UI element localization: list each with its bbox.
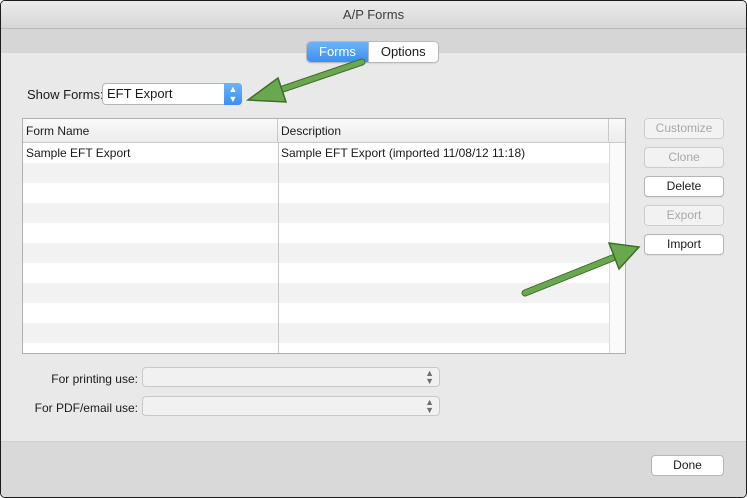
empty-row: [23, 243, 609, 263]
up-down-chevron-icon: ▲ ▼: [224, 83, 242, 105]
bottom-bar: [1, 441, 746, 497]
column-divider: [278, 143, 279, 353]
form-name-cell: Sample EFT Export: [26, 146, 131, 160]
empty-row: [23, 203, 609, 223]
pdf-email-use-select[interactable]: ▲ ▼: [142, 396, 440, 416]
tab-control: Forms Options: [306, 41, 439, 63]
export-button[interactable]: Export: [644, 205, 724, 226]
up-down-chevron-icon: ▲ ▼: [425, 397, 434, 415]
empty-row: [23, 303, 609, 323]
table-body: Sample EFT Export Sample EFT Export (imp…: [23, 143, 609, 353]
customize-button[interactable]: Customize: [644, 118, 724, 139]
table-scroll-gutter[interactable]: [609, 143, 625, 353]
empty-row: [23, 183, 609, 203]
column-header-description[interactable]: Description: [278, 119, 609, 143]
show-forms-label: Show Forms:: [27, 87, 104, 102]
empty-row: [23, 283, 609, 303]
window-title: A/P Forms: [1, 1, 746, 29]
show-forms-select[interactable]: EFT Export ▲ ▼: [102, 83, 242, 105]
import-button[interactable]: Import: [644, 234, 724, 255]
show-forms-value: EFT Export: [107, 86, 173, 101]
column-header-form-name[interactable]: Form Name: [23, 119, 278, 143]
empty-row: [23, 263, 609, 283]
printing-use-select[interactable]: ▲ ▼: [142, 367, 440, 387]
done-button[interactable]: Done: [651, 455, 724, 476]
tab-forms[interactable]: Forms: [307, 42, 368, 62]
tab-options[interactable]: Options: [367, 42, 438, 62]
up-down-chevron-icon: ▲ ▼: [425, 368, 434, 386]
empty-row: [23, 163, 609, 183]
delete-button[interactable]: Delete: [644, 176, 724, 197]
table-row[interactable]: Sample EFT Export Sample EFT Export (imp…: [23, 143, 609, 163]
printing-use-label: For printing use:: [51, 372, 138, 386]
empty-row: [23, 323, 609, 343]
pdf-email-use-label: For PDF/email use:: [34, 401, 138, 415]
table-header: Form Name Description: [23, 119, 625, 143]
description-cell: Sample EFT Export (imported 11/08/12 11:…: [281, 146, 526, 160]
forms-table: Form Name Description Sample EFT Export …: [22, 118, 626, 354]
empty-row: [23, 223, 609, 243]
clone-button[interactable]: Clone: [644, 147, 724, 168]
